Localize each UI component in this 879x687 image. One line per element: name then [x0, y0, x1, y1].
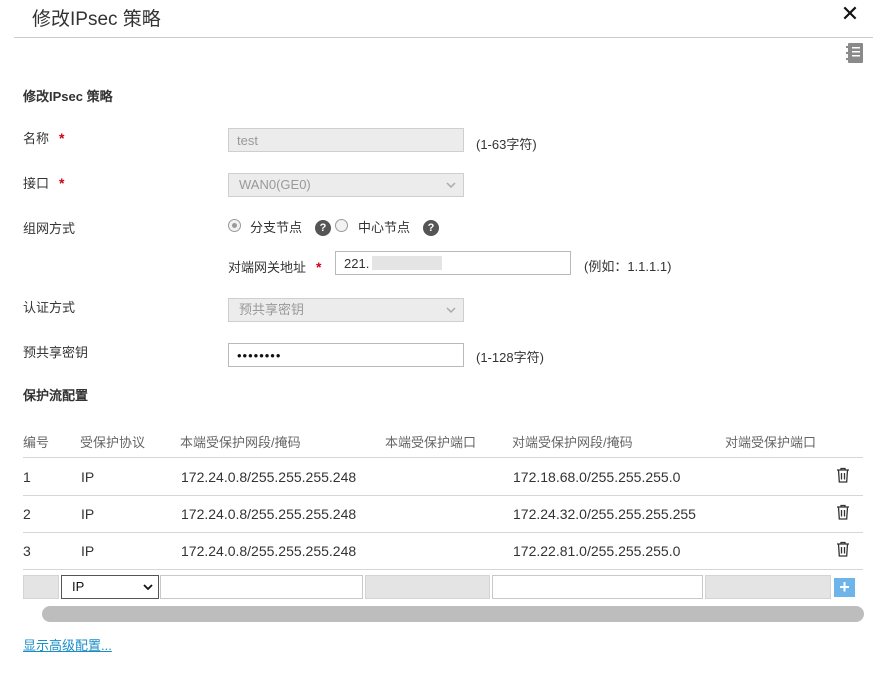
table-cell-local-net: 172.24.0.8/255.255.255.248: [181, 469, 357, 485]
new-row-id-cell: [23, 575, 59, 599]
peer-gateway-label: 对端网关地址 *: [228, 259, 322, 275]
new-row-local-port-input: [365, 575, 490, 599]
psk-hint: (1-128字符): [476, 350, 544, 365]
section-title-protect-flow: 保护流配置: [23, 388, 89, 403]
required-mark: *: [59, 175, 65, 191]
psk-label: 预共享密钥: [23, 345, 89, 360]
table-cell-protocol: IP: [81, 469, 95, 485]
redacted-address: [372, 256, 442, 270]
table-cell-remote-net: 172.24.32.0/255.255.255.255: [513, 506, 696, 522]
horizontal-scrollbar[interactable]: [42, 606, 864, 622]
col-header-remote-net: 对端受保护网段/掩码: [512, 435, 633, 450]
table-cell-remote-net: 172.22.81.0/255.255.255.0: [513, 543, 681, 559]
question-icon[interactable]: ?: [423, 220, 439, 236]
new-row-protocol-select[interactable]: IP: [61, 575, 159, 599]
name-label: 名称 *: [23, 130, 65, 146]
auth-method-select[interactable]: 预共享密钥: [228, 298, 464, 322]
network-mode-label: 组网方式: [23, 221, 76, 236]
trash-icon[interactable]: [836, 467, 850, 483]
col-header-remote-port: 对端受保护端口: [725, 435, 817, 450]
title-divider: [14, 37, 873, 38]
name-input[interactable]: [228, 128, 464, 152]
table-cell-protocol: IP: [81, 543, 95, 559]
close-button[interactable]: ✕: [838, 2, 862, 26]
name-hint: (1-63字符): [476, 137, 537, 152]
auth-method-select-value: 预共享密钥: [239, 302, 305, 317]
radio-center-node-label: 中心节点: [358, 220, 411, 235]
radio-branch-node[interactable]: [228, 219, 241, 232]
chevron-down-icon: [446, 307, 456, 314]
interface-label: 接口 *: [23, 175, 65, 191]
col-header-local-port: 本端受保护端口: [385, 435, 477, 450]
new-row-remote-net-input[interactable]: [492, 575, 703, 599]
row-divider: [23, 495, 863, 496]
radio-branch-node-label: 分支节点: [250, 220, 303, 235]
trash-icon[interactable]: [836, 504, 850, 520]
notebook-icon[interactable]: [845, 42, 865, 64]
radio-center-node[interactable]: [335, 219, 348, 232]
table-cell-protocol: IP: [81, 506, 95, 522]
peer-gateway-hint: (例如：1.1.1.1): [584, 259, 672, 274]
peer-gateway-input[interactable]: [335, 251, 571, 275]
table-cell-local-net: 172.24.0.8/255.255.255.248: [181, 543, 357, 559]
row-divider: [23, 532, 863, 533]
row-divider: [23, 569, 863, 570]
row-divider: [23, 457, 863, 458]
add-row-button[interactable]: +: [834, 578, 855, 597]
auth-method-label: 认证方式: [23, 300, 76, 315]
table-cell-remote-net: 172.18.68.0/255.255.255.0: [513, 469, 681, 485]
dialog-title: 修改IPsec 策略: [32, 9, 161, 30]
section-title-ipsec: 修改IPsec 策略: [23, 89, 113, 104]
col-header-protocol: 受保护协议: [80, 435, 146, 450]
interface-select-value: WAN0(GE0): [239, 177, 311, 192]
required-mark: *: [59, 130, 65, 146]
chevron-down-icon: [446, 182, 456, 189]
new-row-local-net-input[interactable]: [160, 575, 363, 599]
trash-icon[interactable]: [836, 541, 850, 557]
col-header-id: 编号: [23, 435, 50, 450]
table-cell-id: 1: [23, 469, 31, 485]
table-cell-id: 2: [23, 506, 31, 522]
question-icon[interactable]: ?: [315, 220, 331, 236]
chevron-down-icon: [143, 584, 153, 591]
table-cell-local-net: 172.24.0.8/255.255.255.248: [181, 506, 357, 522]
new-row-protocol-value: IP: [72, 579, 85, 594]
col-header-local-net: 本端受保护网段/掩码: [180, 435, 301, 450]
required-mark: *: [316, 259, 322, 275]
table-cell-id: 3: [23, 543, 31, 559]
psk-input[interactable]: [228, 343, 464, 367]
interface-select[interactable]: WAN0(GE0): [228, 173, 464, 197]
show-advanced-link[interactable]: 显示高级配置...: [23, 635, 112, 654]
new-row-remote-port-input: [705, 575, 831, 599]
